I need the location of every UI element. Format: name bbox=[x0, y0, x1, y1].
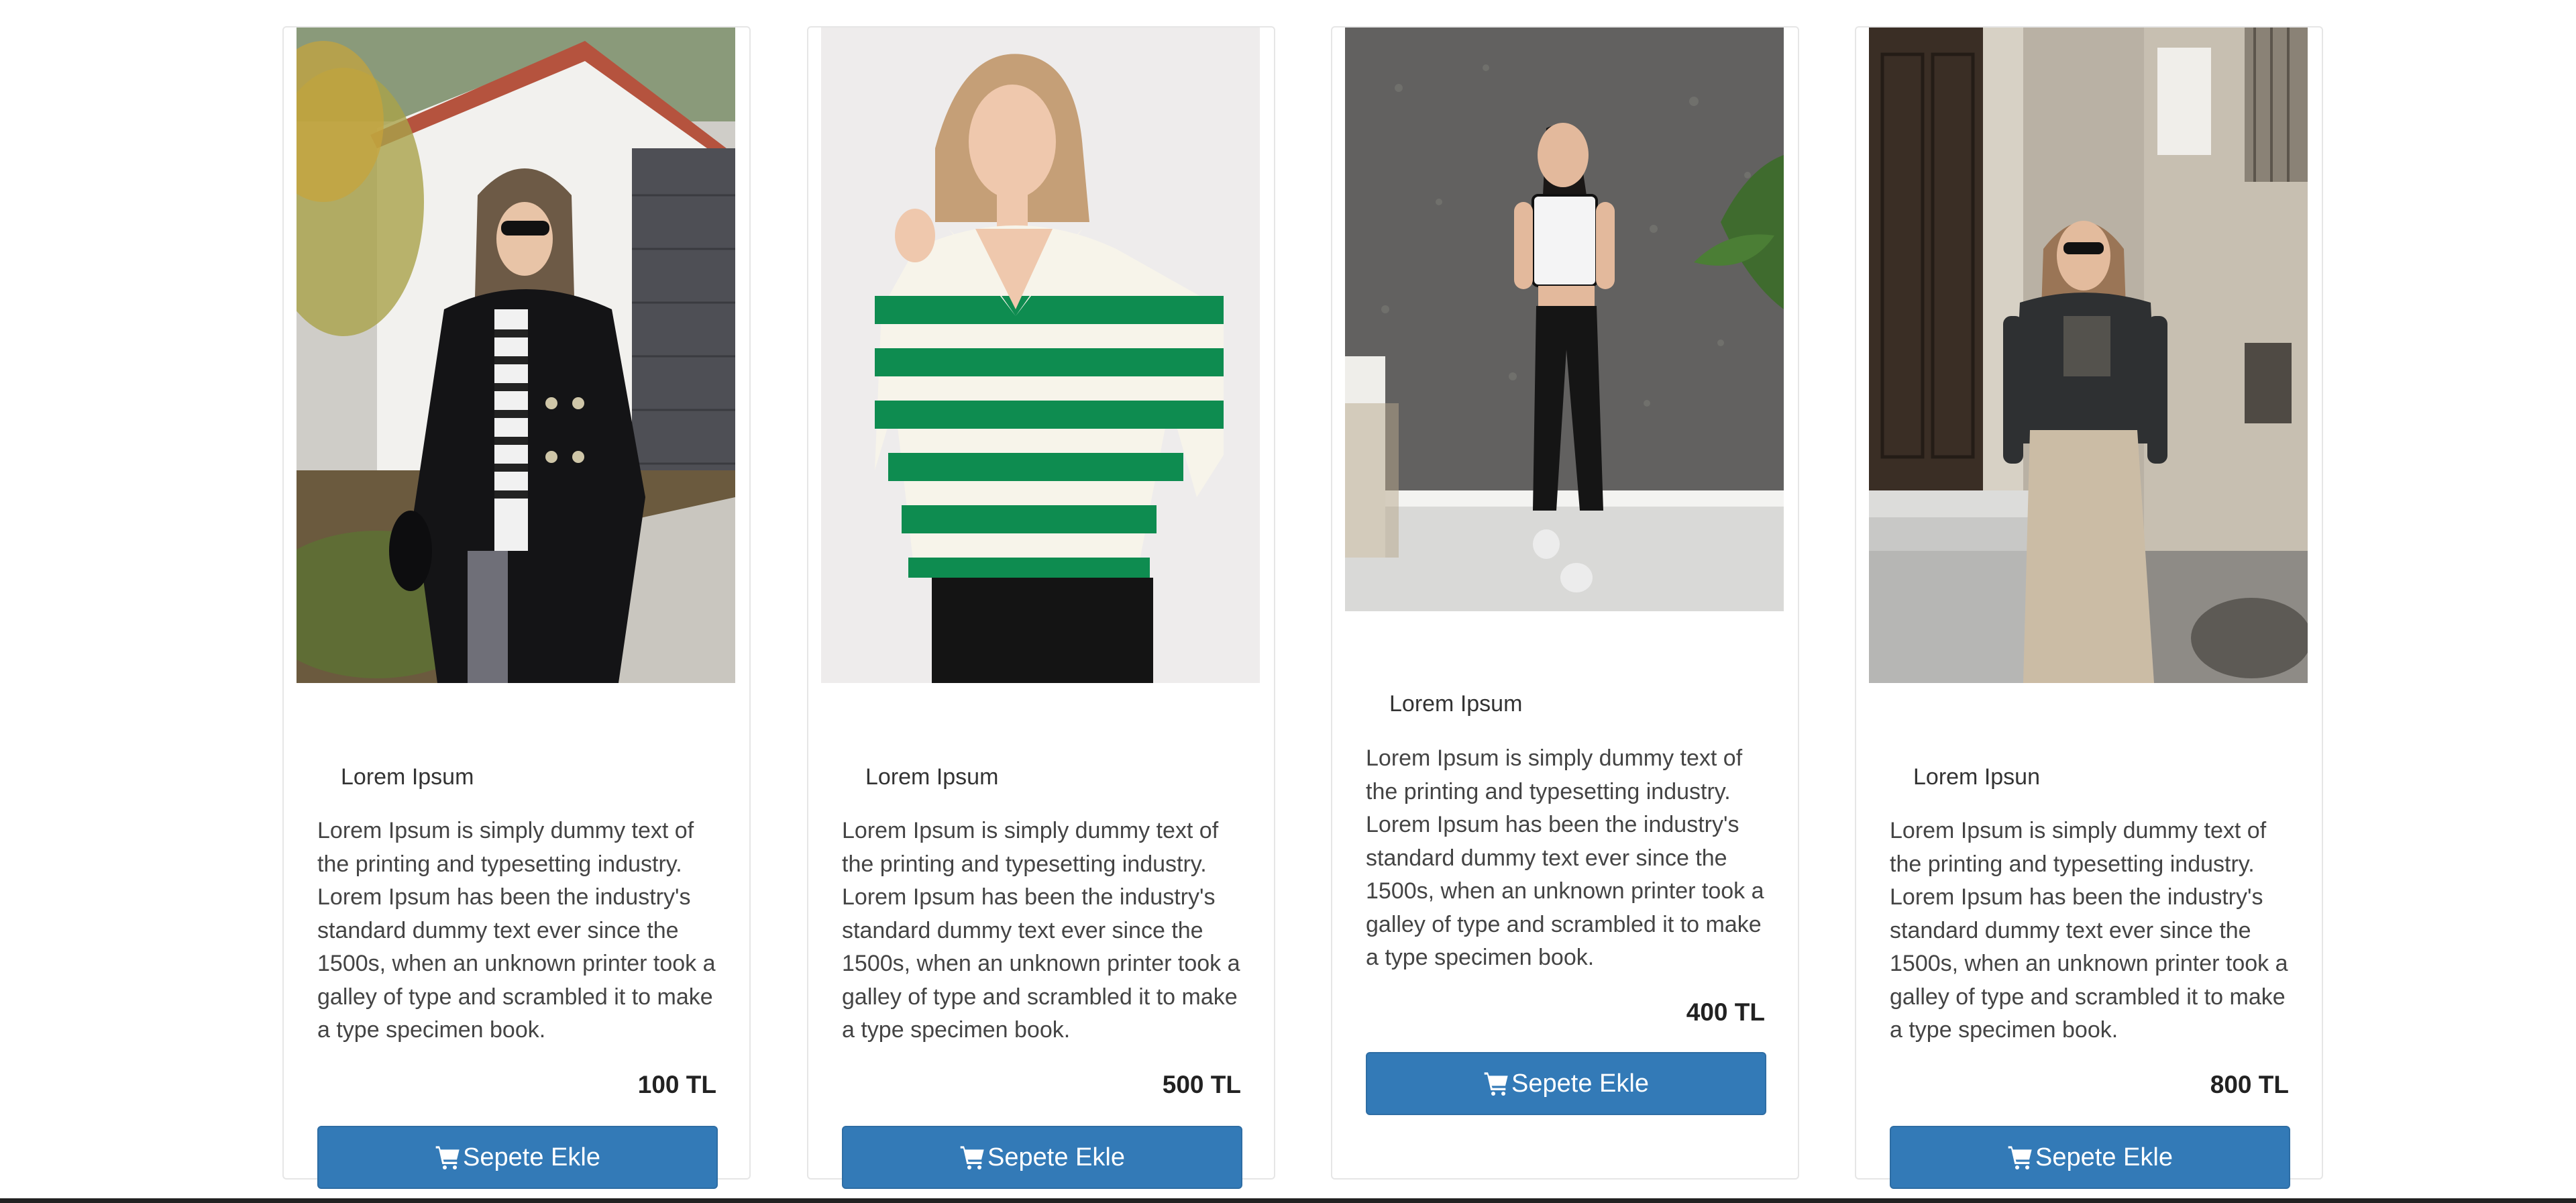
shopping-cart-icon bbox=[435, 1146, 460, 1169]
product-card: Lorem Ipsum Lorem Ipsum is simply dummy … bbox=[807, 26, 1275, 1189]
product-name: Lorem Ipsum bbox=[865, 764, 999, 790]
product-photo[interactable] bbox=[821, 28, 1260, 683]
woman-black-coat-photo bbox=[297, 28, 735, 683]
product-name: Lorem Ipsum bbox=[1389, 691, 1523, 717]
add-to-cart-button[interactable]: Sepete Ekle bbox=[317, 1126, 718, 1189]
product-description: Lorem Ipsum is simply dummy text of the … bbox=[317, 818, 716, 1043]
shopping-cart-icon bbox=[1484, 1072, 1508, 1096]
product-description: Lorem Ipsum is simply dummy text of the … bbox=[1890, 818, 2288, 1043]
green-striped-sweater-photo bbox=[821, 28, 1260, 683]
add-to-cart-button[interactable]: Sepete Ekle bbox=[1890, 1126, 2290, 1189]
add-to-cart-label: Sepete Ekle bbox=[1511, 1069, 1649, 1098]
add-to-cart-label: Sepete Ekle bbox=[987, 1143, 1125, 1171]
add-to-cart-button[interactable]: Sepete Ekle bbox=[842, 1126, 1242, 1189]
add-to-cart-label: Sepete Ekle bbox=[2035, 1143, 2173, 1171]
product-price: 500 TL bbox=[1162, 1071, 1241, 1098]
product-name: Lorem Ipsun bbox=[1913, 764, 2040, 790]
product-name: Lorem Ipsum bbox=[341, 764, 474, 790]
product-description: Lorem Ipsum is simply dummy text of the … bbox=[1366, 745, 1764, 970]
product-card: Lorem Ipsun Lorem Ipsum is simply dummy … bbox=[1855, 26, 2323, 1189]
shopping-cart-icon bbox=[2008, 1146, 2032, 1169]
add-to-cart-label: Sepete Ekle bbox=[463, 1143, 600, 1171]
add-to-cart-button[interactable]: Sepete Ekle bbox=[1366, 1052, 1766, 1115]
product-price: 400 TL bbox=[1686, 998, 1765, 1026]
product-price: 800 TL bbox=[2210, 1071, 2289, 1098]
bottom-bar bbox=[0, 1198, 2576, 1203]
product-grid: Lorem Ipsum Lorem Ipsum is simply dummy … bbox=[0, 0, 2576, 1203]
beige-cargo-skirt-photo bbox=[1869, 28, 2308, 683]
product-photo[interactable] bbox=[1869, 28, 2308, 683]
shopping-cart-icon bbox=[960, 1146, 984, 1169]
product-photo[interactable] bbox=[297, 28, 735, 683]
product-price: 100 TL bbox=[637, 1071, 716, 1098]
product-description: Lorem Ipsum is simply dummy text of the … bbox=[842, 818, 1240, 1043]
product-card: Lorem Ipsum Lorem Ipsum is simply dummy … bbox=[282, 26, 751, 1189]
product-photo[interactable] bbox=[1345, 28, 1784, 611]
product-card: Lorem Ipsum Lorem Ipsum is simply dummy … bbox=[1331, 26, 1799, 1180]
white-crop-top-black-pants-photo bbox=[1345, 28, 1784, 611]
